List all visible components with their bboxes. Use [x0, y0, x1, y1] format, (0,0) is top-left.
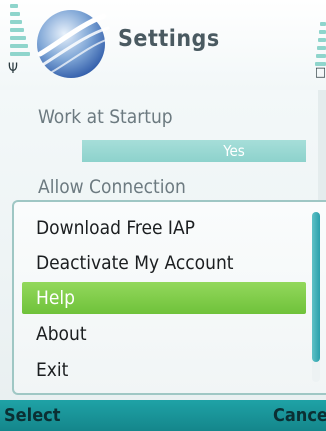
- softkey-bar: Select Cancel: [0, 400, 326, 431]
- phone-screen: Ψ Settings □ Work at Startup Yes Allow C…: [0, 0, 326, 431]
- menu-item-exit[interactable]: Exit: [22, 354, 306, 386]
- setting-label-work-at-startup[interactable]: Work at Startup: [38, 106, 173, 128]
- cancel-softkey[interactable]: Cancel: [273, 404, 326, 428]
- menu-scrollbar-thumb[interactable]: [312, 212, 320, 362]
- title-bar: Ψ Settings □: [0, 0, 326, 90]
- app-logo-icon: [37, 10, 110, 78]
- antenna-icon: Ψ: [8, 61, 18, 77]
- menu-item-help[interactable]: Help: [22, 282, 306, 314]
- options-menu: Download Free IAP Deactivate My Account …: [12, 200, 326, 395]
- settings-scrollbar[interactable]: [318, 90, 326, 210]
- battery-level-icon: [312, 22, 326, 70]
- page-title: Settings: [118, 26, 220, 52]
- signal-strength-icon: [10, 4, 32, 64]
- battery-icon: □: [314, 65, 326, 80]
- menu-item-download-free-iap[interactable]: Download Free IAP: [22, 212, 306, 244]
- menu-item-deactivate-account[interactable]: Deactivate My Account: [22, 247, 306, 279]
- setting-value-work-at-startup[interactable]: Yes: [82, 140, 306, 162]
- select-softkey[interactable]: Select: [4, 404, 61, 428]
- setting-label-allow-connection[interactable]: Allow Connection: [38, 176, 186, 198]
- menu-item-about[interactable]: About: [22, 318, 306, 350]
